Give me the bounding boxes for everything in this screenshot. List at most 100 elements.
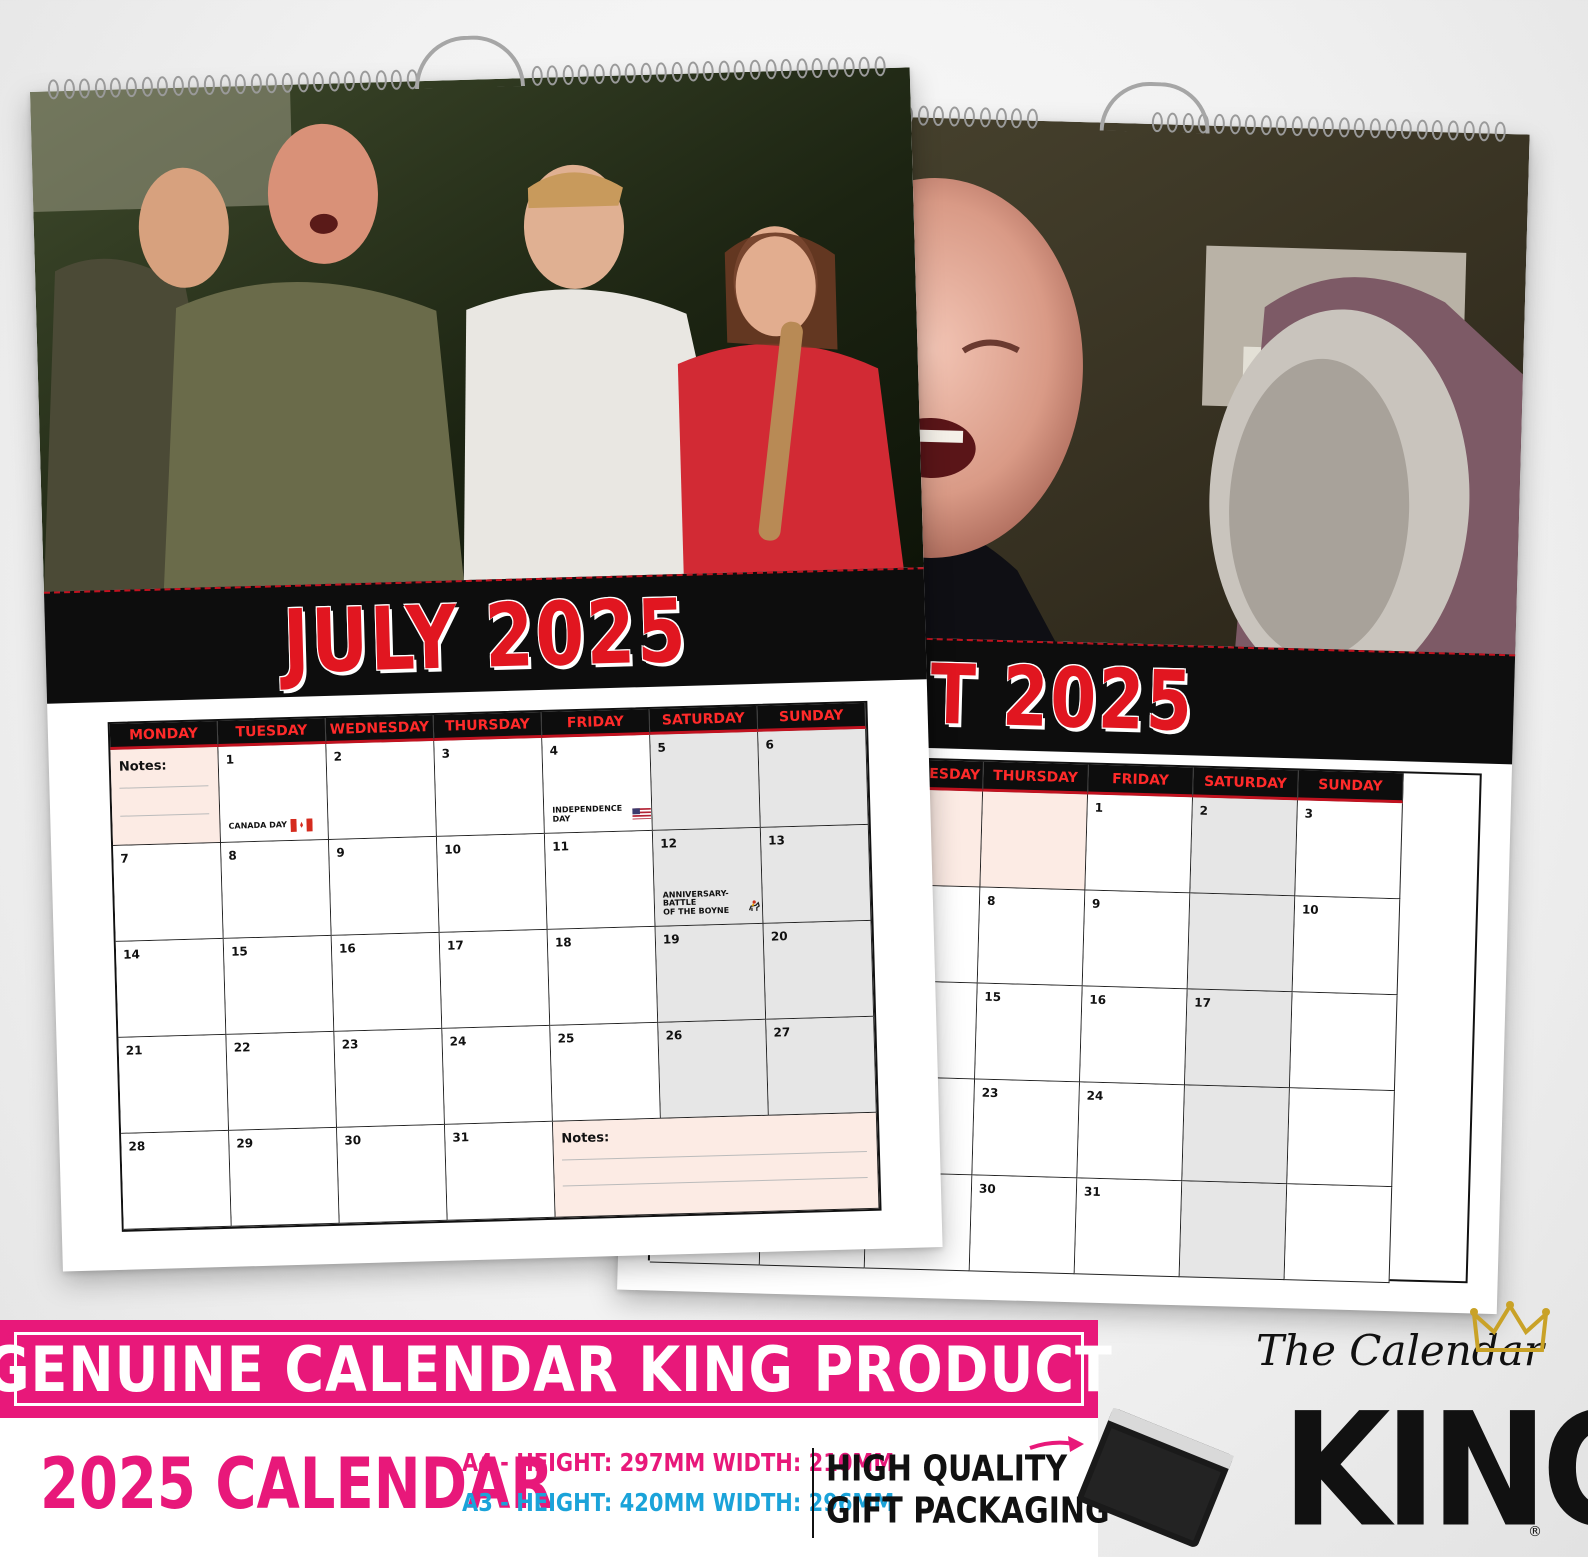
spiral-ring <box>94 77 106 99</box>
spec-row: 2025 CALENDAR A4 - HEIGHT: 297MM WIDTH: … <box>0 1418 1110 1557</box>
spiral-ring <box>1307 116 1319 137</box>
august-notes-cell <box>980 791 1089 891</box>
july-day-cell: 26 <box>658 1019 769 1119</box>
spiral-ring <box>1416 119 1428 140</box>
spiral-ring <box>1385 118 1397 139</box>
spiral-ring <box>733 60 746 81</box>
july-weekday-header: SATURDAY <box>649 705 759 735</box>
spiral-ring <box>655 62 668 83</box>
august-hanger <box>1099 80 1211 134</box>
august-day-cell: 30 <box>969 1175 1078 1275</box>
spiral-ring <box>234 73 247 95</box>
july-weekday-header: THURSDAY <box>433 711 543 741</box>
august-day-cell <box>1179 1181 1288 1281</box>
spiral-ring <box>375 70 387 91</box>
august-day-cell: 2 <box>1190 797 1298 897</box>
august-day-cell: 8 <box>977 887 1086 987</box>
spiral-ring <box>359 70 372 91</box>
july-hanger <box>413 34 526 90</box>
july-day-cell: 6 <box>758 728 869 828</box>
august-day-cell: 9 <box>1082 890 1191 990</box>
spiral-ring <box>297 72 309 93</box>
spiral-ring <box>917 105 929 126</box>
spiral-ring <box>1244 114 1257 135</box>
spec-divider <box>812 1448 814 1538</box>
spiral-ring <box>577 64 590 85</box>
spiral-ring <box>125 77 138 98</box>
july-photo <box>30 67 924 592</box>
spiral-ring <box>1213 113 1226 135</box>
july-day-cell: 12 ANNIVERSARY-BATTLE OF THE BOYNE <box>652 827 764 927</box>
banner-headline: GENUINE CALENDAR KING PRODUCT <box>0 1332 1113 1406</box>
spiral-ring <box>718 60 730 81</box>
july-day-cell: 9 <box>329 836 440 936</box>
spiral-ring <box>964 106 976 128</box>
august-weekday-header: SUNDAY <box>1297 770 1404 804</box>
spiral-ring <box>328 71 340 92</box>
spiral-ring <box>390 69 403 90</box>
spiral-ring <box>1463 120 1475 142</box>
august-day-cell: 16 <box>1080 986 1188 1086</box>
spiral-ring <box>531 65 543 86</box>
august-day-cell: 10 <box>1292 896 1401 996</box>
spiral-ring <box>796 58 808 79</box>
august-weekday-header: SATURDAY <box>1193 767 1299 801</box>
spiral-ring <box>546 65 559 86</box>
july-day-cell: 14 <box>115 938 227 1038</box>
july-weekday-header: TUESDAY <box>217 717 327 747</box>
spiral-ring <box>172 75 184 97</box>
july-weekday-header: SUNDAY <box>757 702 867 732</box>
spiral-ring <box>281 72 294 93</box>
august-day-cell: 17 <box>1184 989 1293 1089</box>
spiral-ring <box>63 78 75 100</box>
july-day-cell: 5 <box>650 731 761 831</box>
august-day-cell: 23 <box>972 1079 1081 1179</box>
july-day-cell: 16 <box>331 932 443 1032</box>
july-day-cell: 11 <box>544 830 656 930</box>
spiral-ring <box>265 73 278 94</box>
july-day-cell: 19 <box>655 923 767 1023</box>
july-day-cell: 8 <box>221 839 332 939</box>
spiral-ring <box>1275 115 1288 136</box>
spiral-ring <box>110 77 122 98</box>
spiral-ring <box>671 61 683 83</box>
july-day-cell: 3 <box>434 737 545 837</box>
july-day-cell: 1 CANADA DAY <box>218 743 330 843</box>
spiral-ring <box>1494 121 1506 142</box>
canada-day-event: CANADA DAY <box>228 818 314 833</box>
august-day-cell <box>1287 1088 1395 1188</box>
august-day-cell: 3 <box>1295 800 1403 900</box>
july-title-band: JULY 2025 <box>43 567 927 704</box>
spiral-ring <box>874 56 886 77</box>
spiral-ring <box>78 78 91 99</box>
spiral-ring <box>1400 118 1413 140</box>
august-day-cell: 24 <box>1077 1082 1185 1182</box>
spiral-ring <box>1353 117 1366 138</box>
july-day-cell: 27 <box>766 1016 877 1116</box>
crown-icon <box>1470 1301 1550 1352</box>
july-weekday-header: FRIDAY <box>541 708 651 738</box>
july-day-cell: 17 <box>439 929 551 1029</box>
spiral-ring <box>995 107 1007 128</box>
july-weekday-header: MONDAY <box>109 721 219 751</box>
spiral-ring <box>312 71 325 93</box>
august-day-cell <box>1284 1184 1393 1284</box>
spiral-ring <box>203 74 216 96</box>
spiral-ring <box>749 59 761 80</box>
july-day-cell: 21 <box>118 1034 230 1134</box>
spiral-ring <box>1322 116 1335 138</box>
spiral-ring <box>1026 108 1038 129</box>
july-grid: MONDAY TUESDAY WEDNESDAY THURSDAY FRIDAY… <box>107 700 882 1232</box>
independence-day-event: INDEPENDENCE DAY <box>552 804 652 824</box>
july-day-cell: 28 <box>121 1130 232 1230</box>
spiral-ring <box>1369 118 1382 139</box>
august-weekday-header: FRIDAY <box>1088 764 1194 798</box>
spiral-ring <box>702 60 715 82</box>
july-day-cell: 13 <box>760 824 872 924</box>
spiral-ring <box>858 56 871 77</box>
july-notes-cell: Notes: <box>552 1112 880 1218</box>
spiral-ring <box>1229 114 1241 135</box>
spiral-ring <box>624 63 637 84</box>
spiral-ring <box>1260 115 1272 136</box>
spiral-ring <box>1291 115 1304 137</box>
